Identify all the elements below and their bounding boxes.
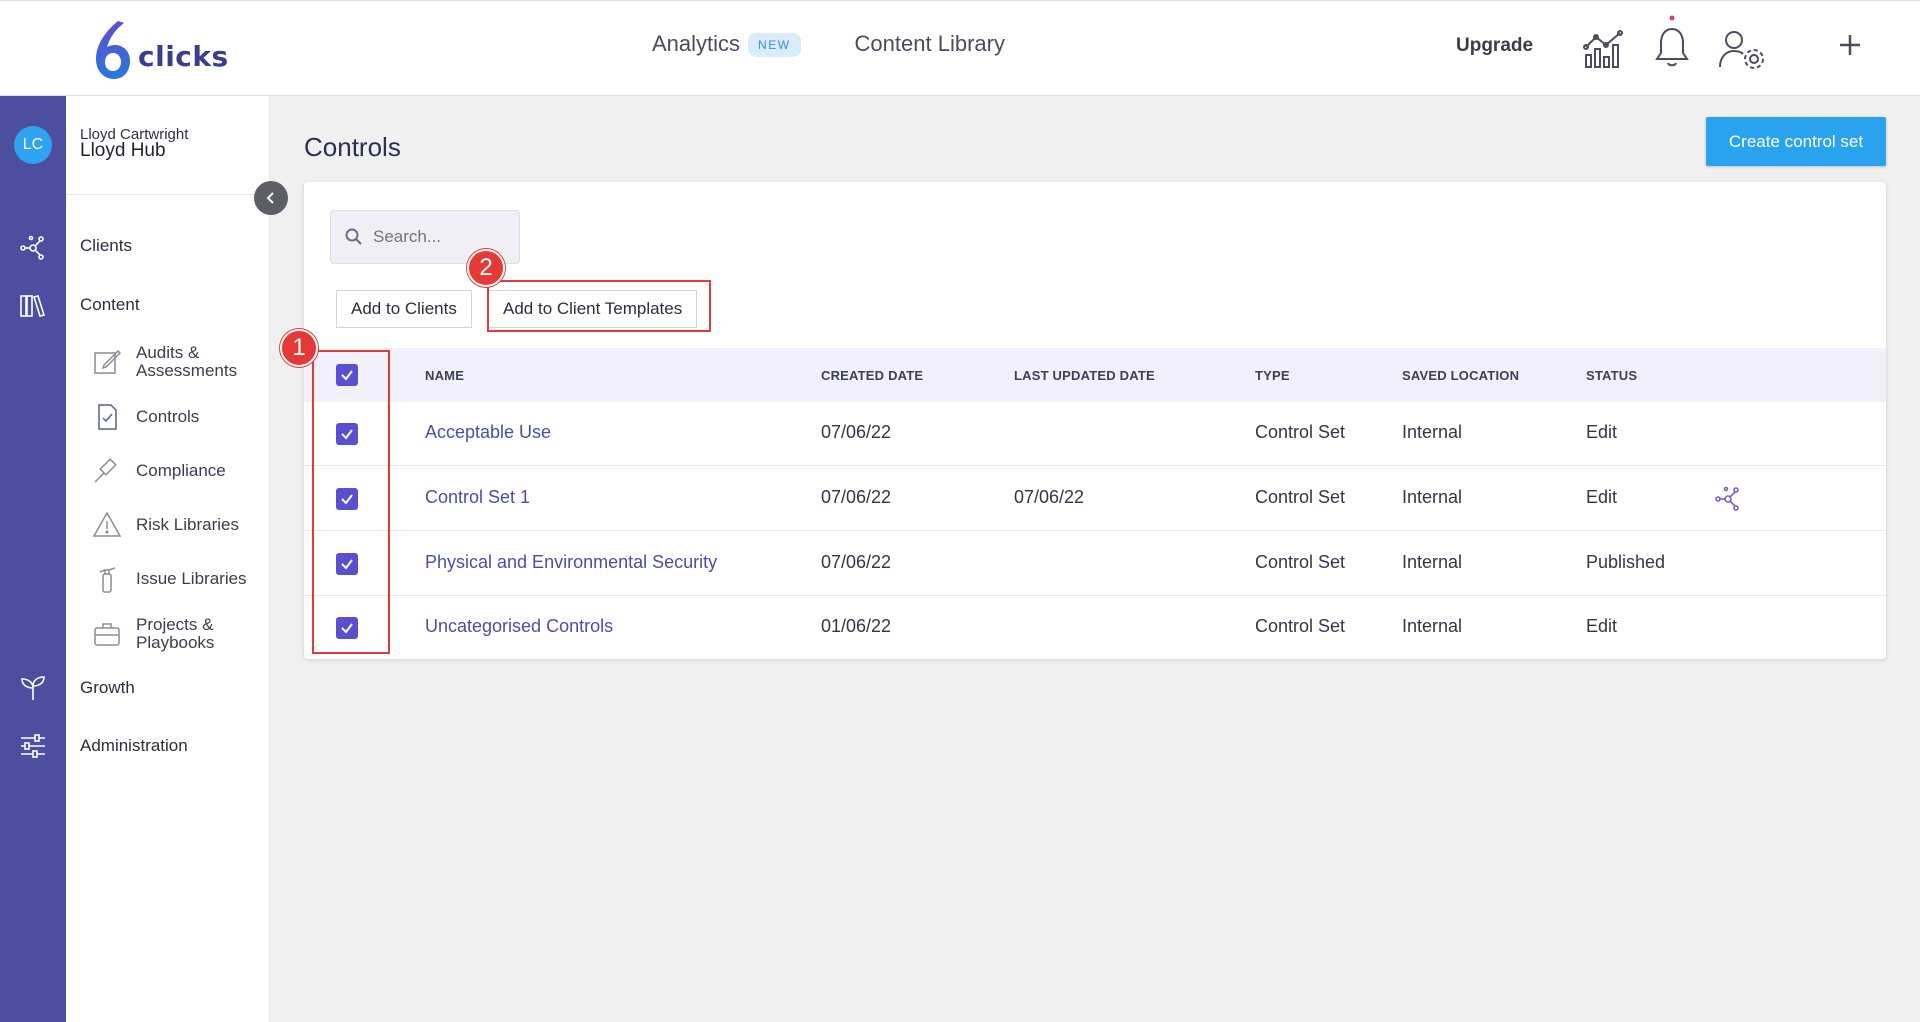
- row-type: Control Set: [1255, 422, 1346, 442]
- column-header-type[interactable]: TYPE: [1255, 368, 1290, 383]
- add-to-clients-button[interactable]: Add to Clients: [336, 290, 472, 328]
- row-name-link[interactable]: Uncategorised Controls: [425, 616, 613, 637]
- sliders-icon[interactable]: [19, 732, 47, 765]
- logo-text: clicks: [138, 40, 229, 73]
- hub-name[interactable]: Lloyd Hub: [80, 140, 166, 162]
- column-header-last-updated[interactable]: LAST UPDATED DATE: [1014, 368, 1155, 383]
- sidebar-divider: [66, 194, 270, 195]
- sidebar-item-content[interactable]: Content: [80, 295, 140, 315]
- row-type: Control Set: [1255, 487, 1346, 507]
- annotation-marker-1: 1: [280, 329, 318, 367]
- create-control-set-button[interactable]: Create control set: [1706, 117, 1886, 166]
- checklist-icon: [90, 400, 124, 434]
- sidebar-item-label: Audits & Assessments: [136, 343, 238, 380]
- sidebar-item-clients[interactable]: Clients: [80, 236, 132, 256]
- sidebar-item-issue-libraries[interactable]: Issue Libraries: [90, 562, 270, 596]
- sidebar-item-projects[interactable]: Projects & Playbooks: [90, 616, 270, 652]
- row-created-date: 07/06/22: [821, 422, 892, 442]
- chevron-left-icon: [266, 192, 274, 204]
- row-name-link[interactable]: Physical and Environmental Security: [425, 552, 717, 573]
- nav-content-library[interactable]: Content Library: [855, 31, 1005, 57]
- column-header-status[interactable]: STATUS: [1586, 368, 1637, 383]
- logo-six-icon: [96, 21, 130, 79]
- shared-network-icon[interactable]: [1714, 485, 1742, 518]
- row-type: Control Set: [1255, 552, 1346, 572]
- sidebar-item-label: Issue Libraries: [136, 569, 247, 588]
- left-rail: LC: [0, 96, 66, 1022]
- library-icon[interactable]: [19, 292, 47, 325]
- top-bar: clicks Analytics NEW Content Library Upgr…: [0, 0, 1920, 96]
- user-settings-icon[interactable]: [1718, 29, 1766, 74]
- sidebar-item-label: Risk Libraries: [136, 515, 239, 534]
- annotation-box-checkboxes: [312, 350, 390, 654]
- avatar[interactable]: LC: [14, 126, 52, 164]
- nav-analytics[interactable]: Analytics NEW: [652, 31, 801, 58]
- sidebar-item-label: Controls: [136, 407, 200, 426]
- column-header-saved-location[interactable]: SAVED LOCATION: [1402, 368, 1519, 383]
- row-name-link[interactable]: Control Set 1: [425, 487, 530, 508]
- table-header: NAME CREATED DATE LAST UPDATED DATE TYPE…: [304, 348, 1886, 402]
- column-header-name[interactable]: NAME: [425, 368, 464, 383]
- row-status: Edit: [1586, 487, 1618, 507]
- table-row[interactable]: Uncategorised Controls 01/06/22 Control …: [304, 596, 1886, 660]
- sidebar-item-compliance[interactable]: Compliance: [90, 454, 270, 488]
- row-status: Edit: [1586, 616, 1618, 636]
- sidebar-item-audits[interactable]: Audits & Assessments: [90, 344, 270, 380]
- controls-card: Add to Clients Add to Client Templates N…: [304, 182, 1886, 659]
- page-title: Controls: [304, 132, 401, 162]
- row-location: Internal: [1402, 487, 1463, 507]
- row-status: Edit: [1586, 422, 1618, 442]
- edit-icon: [90, 345, 124, 379]
- row-location: Internal: [1402, 552, 1463, 572]
- row-type: Control Set: [1255, 616, 1346, 636]
- search-icon: [345, 228, 362, 245]
- sidebar-item-controls[interactable]: Controls: [90, 400, 270, 434]
- collapse-sidebar-button[interactable]: [254, 181, 288, 215]
- row-location: Internal: [1402, 422, 1463, 442]
- analytics-chart-icon[interactable]: [1582, 29, 1626, 74]
- warning-icon: [90, 508, 124, 542]
- gavel-icon: [90, 454, 124, 488]
- table-row[interactable]: Physical and Environmental Security 07/0…: [304, 532, 1886, 596]
- sidebar-item-label: Compliance: [136, 461, 226, 480]
- upgrade-link[interactable]: Upgrade: [1456, 35, 1533, 57]
- row-created-date: 01/06/22: [821, 616, 892, 636]
- row-location: Internal: [1402, 616, 1463, 636]
- row-status: Published: [1586, 552, 1666, 572]
- search-input[interactable]: [373, 227, 503, 247]
- top-nav: Analytics NEW Content Library: [652, 31, 1005, 58]
- annotation-box-client-templates: [487, 280, 711, 332]
- sidebar-item-growth[interactable]: Growth: [80, 678, 135, 698]
- network-icon[interactable]: [19, 234, 47, 267]
- row-created-date: 07/06/22: [821, 487, 892, 507]
- nav-analytics-label: Analytics: [652, 31, 741, 56]
- row-name-link[interactable]: Acceptable Use: [425, 422, 551, 443]
- sidebar-item-risk-libraries[interactable]: Risk Libraries: [90, 508, 270, 542]
- logo[interactable]: clicks: [90, 19, 229, 81]
- briefcase-icon: [90, 617, 124, 651]
- sprout-icon[interactable]: [19, 674, 47, 707]
- sidebar: Lloyd Cartwright Lloyd Hub Clients Conte…: [66, 96, 270, 1022]
- sidebar-item-administration[interactable]: Administration: [80, 736, 188, 756]
- annotation-marker-2: 2: [467, 249, 505, 287]
- row-updated-date: 07/06/22: [1014, 487, 1085, 507]
- table-row[interactable]: Acceptable Use 07/06/22 Control Set Inte…: [304, 402, 1886, 466]
- new-badge: NEW: [748, 33, 801, 58]
- bell-icon[interactable]: [1654, 15, 1690, 74]
- table-row[interactable]: Control Set 1 07/06/22 07/06/22 Control …: [304, 467, 1886, 531]
- fire-extinguisher-icon: [90, 562, 124, 596]
- sidebar-item-label: Projects & Playbooks: [136, 615, 215, 652]
- row-created-date: 07/06/22: [821, 552, 892, 572]
- plus-icon[interactable]: [1838, 33, 1862, 62]
- column-header-created-date[interactable]: CREATED DATE: [821, 368, 923, 383]
